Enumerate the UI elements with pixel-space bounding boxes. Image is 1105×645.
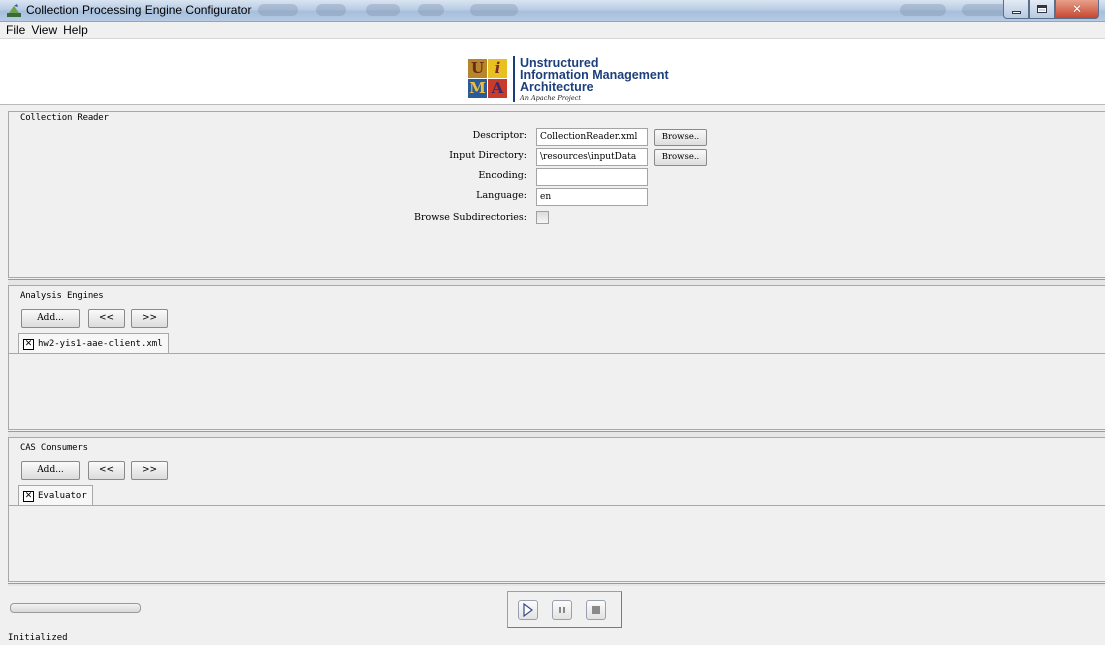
cc-tab-content: [9, 505, 1105, 580]
encoding-label: Encoding:: [478, 170, 527, 181]
uima-logo-blocks: U i M A: [468, 59, 508, 99]
window-title: Collection Processing Engine Configurato…: [26, 3, 252, 17]
browse-subdirectories-label: Browse Subdirectories:: [413, 212, 527, 223]
minimize-button[interactable]: [1003, 0, 1029, 19]
ae-move-right-button[interactable]: >>: [131, 309, 168, 328]
browse-subdirectories-checkbox[interactable]: [536, 211, 549, 224]
cc-tab[interactable]: ✕ Evaluator: [18, 485, 93, 506]
cc-add-button[interactable]: Add...: [21, 461, 80, 480]
menu-bar: File View Help: [0, 22, 1105, 39]
cc-tab-label: Evaluator: [38, 491, 87, 501]
minimize-icon: [1011, 10, 1021, 14]
logo-tagline: An Apache Project: [520, 94, 581, 102]
progress-bar: [10, 603, 141, 613]
maximize-icon: [1037, 5, 1047, 13]
cc-move-right-button[interactable]: >>: [131, 461, 168, 480]
language-label: Language:: [476, 190, 527, 201]
ae-tab-label: hw2-yis1-aae-client.xml: [38, 339, 163, 349]
ae-tab[interactable]: ✕ hw2-yis1-aae-client.xml: [18, 333, 169, 354]
blurred-region: [418, 4, 444, 16]
cas-consumers-title: CAS Consumers: [20, 443, 88, 453]
uima-app-icon: [7, 4, 21, 17]
run-controls: [507, 591, 622, 628]
title-bar: Collection Processing Engine Configurato…: [0, 0, 1105, 22]
blurred-region: [316, 4, 346, 16]
stop-icon: [592, 606, 600, 614]
input-directory-label: Input Directory:: [449, 150, 527, 161]
close-button[interactable]: ✕: [1055, 0, 1099, 19]
logo-line-3: Architecture: [520, 80, 594, 94]
descriptor-field[interactable]: CollectionReader.xml: [536, 128, 648, 146]
blurred-region: [258, 4, 298, 16]
descriptor-label: Descriptor:: [472, 130, 527, 141]
status-text: Initialized: [8, 633, 68, 643]
logo-divider: [513, 56, 515, 102]
uima-logo: U i M A Unstructured Information Managem…: [468, 55, 688, 107]
language-field[interactable]: en: [536, 188, 648, 206]
logo-letter-a: A: [488, 79, 507, 98]
tab-close-icon[interactable]: ✕: [23, 338, 34, 350]
play-button[interactable]: [518, 600, 538, 620]
blurred-region: [470, 4, 518, 16]
cc-move-left-button[interactable]: <<: [88, 461, 125, 480]
pause-button[interactable]: [552, 600, 572, 620]
stop-button[interactable]: [586, 600, 606, 620]
pause-icon: [559, 607, 565, 613]
ae-tab-content: [9, 353, 1105, 428]
descriptor-browse-button[interactable]: Browse..: [654, 129, 707, 146]
logo-letter-m: M: [468, 79, 487, 98]
input-directory-field[interactable]: \resources\inputData: [536, 148, 648, 166]
maximize-button[interactable]: [1029, 0, 1055, 19]
logo-letter-i: i: [488, 59, 507, 78]
blurred-region: [900, 4, 946, 16]
analysis-engines-title: Analysis Engines: [20, 291, 104, 301]
tab-close-icon[interactable]: ✕: [23, 490, 34, 502]
ae-add-button[interactable]: Add...: [21, 309, 80, 328]
menu-view[interactable]: View: [28, 22, 60, 38]
input-directory-browse-button[interactable]: Browse..: [654, 149, 707, 166]
encoding-field[interactable]: [536, 168, 648, 186]
splitter-3[interactable]: [8, 583, 1105, 586]
close-icon: ✕: [1071, 2, 1083, 16]
ae-move-left-button[interactable]: <<: [88, 309, 125, 328]
logo-header: U i M A Unstructured Information Managem…: [0, 39, 1105, 105]
play-icon: [523, 603, 533, 617]
logo-letter-u: U: [468, 59, 487, 78]
menu-help[interactable]: Help: [60, 22, 91, 38]
collection-reader-title: Collection Reader: [20, 113, 109, 123]
blurred-region: [366, 4, 400, 16]
menu-file[interactable]: File: [3, 22, 28, 38]
